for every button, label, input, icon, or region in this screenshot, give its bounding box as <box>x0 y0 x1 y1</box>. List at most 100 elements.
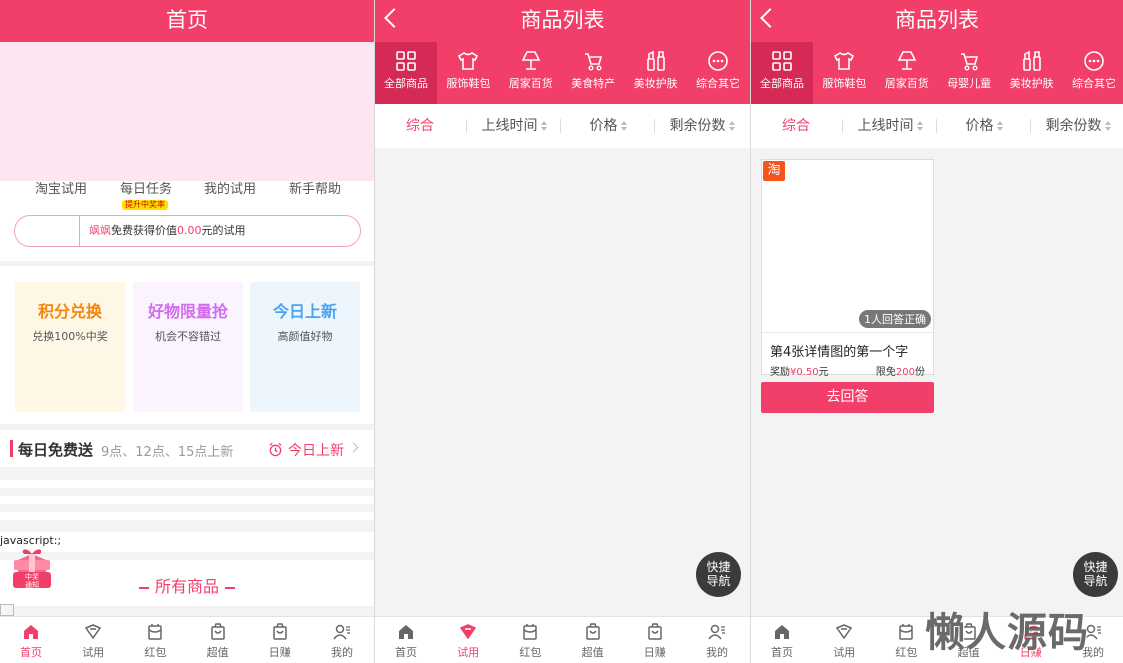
tab-home[interactable]: 首页 <box>0 617 62 663</box>
quick-nav-my-trials[interactable]: 我的试用 <box>204 178 256 197</box>
tab-trial[interactable]: 试用 <box>62 617 124 663</box>
lamp-icon <box>521 51 541 70</box>
sort-arrows-icon <box>540 121 547 131</box>
notice-text: 飒飒免费获得价值0.00元的试用 <box>89 224 246 237</box>
sort-remaining[interactable]: 剩余份数 <box>655 104 749 148</box>
product-list-screen-empty: 商品列表 全部商品 服饰鞋包 居家百货 美食特产 美妆护肤 综合其它 综合 上线时间 价格 剩余… <box>375 0 750 663</box>
sort-label: 上线时间 <box>481 118 538 134</box>
category-label: 综合其它 <box>696 77 740 90</box>
page-title: 商品列表 <box>895 8 979 32</box>
product-card[interactable]: 淘 1人回答正确 第4张详情图的第一个字 奖励¥0.50元 限免200份 <box>761 159 934 378</box>
tab-trial[interactable]: 试用 <box>437 617 499 663</box>
category-home-goods[interactable]: 居家百货 <box>876 42 938 104</box>
tab-trial[interactable]: 试用 <box>813 617 875 663</box>
header: 商品列表 <box>375 0 750 42</box>
user-icon <box>333 624 350 640</box>
sort-label: 综合 <box>782 118 810 134</box>
product-image[interactable]: 淘 1人回答正确 <box>762 160 933 333</box>
svg-text:中奖: 中奖 <box>25 572 39 581</box>
quick-nav: 淘宝试用 每日任务 提升中奖率 我的试用 新手帮助 飒飒免费获得价值0.00元的… <box>0 181 374 261</box>
product-limit: 限免200份 <box>875 367 925 378</box>
card-new-today[interactable]: 今日上新 高颜值好物 <box>250 282 360 412</box>
tab-label: 超值 <box>206 646 229 659</box>
category-all[interactable]: 全部商品 <box>751 42 813 104</box>
heart-badge-icon <box>85 624 102 640</box>
category-all[interactable]: 全部商品 <box>375 42 437 104</box>
section-title: 每日免费送 <box>18 441 94 459</box>
category-beauty[interactable]: 美妆护肤 <box>625 42 687 104</box>
broken-image-icon <box>0 604 14 616</box>
new-today-link[interactable]: 今日上新 <box>268 440 344 460</box>
sort-remaining[interactable]: 剩余份数 <box>1031 104 1123 148</box>
category-label: 居家百货 <box>884 77 929 90</box>
alarm-clock-icon <box>269 442 282 457</box>
screenshot-collage: 首页 淘宝试用 每日任务 提升中奖率 我的试用 新手帮助 飒飒免费获得价值0.0… <box>0 0 1123 663</box>
tab-deals[interactable]: 超值 <box>562 617 624 663</box>
quick-nav-help[interactable]: 新手帮助 <box>289 178 341 197</box>
winner-notice[interactable]: 飒飒免费获得价值0.00元的试用 <box>14 215 361 247</box>
category-apparel[interactable]: 服饰鞋包 <box>813 42 875 104</box>
tab-daily-earn[interactable]: 日赚 <box>249 617 311 663</box>
sort-price[interactable]: 价格 <box>561 104 655 148</box>
tab-red-packet[interactable]: 红包 <box>124 617 186 663</box>
svg-text:通知: 通知 <box>25 580 39 589</box>
card-title: 今日上新 <box>272 302 337 321</box>
tab-label: 超值 <box>581 646 604 659</box>
quick-nav-taobao-trial[interactable]: 淘宝试用 <box>35 178 87 197</box>
category-apparel[interactable]: 服饰鞋包 <box>437 42 499 104</box>
category-label: 服饰鞋包 <box>446 77 491 90</box>
home-screen: 首页 淘宝试用 每日任务 提升中奖率 我的试用 新手帮助 飒飒免费获得价值0.0… <box>0 0 374 663</box>
sort-bar: 综合 上线时间 价格 剩余份数 <box>751 104 1123 148</box>
card-limited-deals[interactable]: 好物限量抢 机会不容错过 <box>133 282 243 412</box>
sort-divider <box>1030 119 1031 133</box>
placeholder-row <box>0 512 374 520</box>
tab-home[interactable]: 首页 <box>375 617 437 663</box>
tab-deals[interactable]: 超值 <box>187 617 249 663</box>
daily-earn-icon <box>648 623 662 640</box>
tab-red-packet[interactable]: 红包 <box>499 617 561 663</box>
category-category-4[interactable]: 美食特产 <box>562 42 624 104</box>
sort-default[interactable]: 综合 <box>751 104 841 148</box>
category-label: 美妆护肤 <box>1009 77 1054 90</box>
category-bar: 全部商品 服饰鞋包 居家百货 美食特产 美妆护肤 综合其它 <box>375 42 750 104</box>
sort-online-time[interactable]: 上线时间 <box>467 104 561 148</box>
tab-home[interactable]: 首页 <box>751 617 813 663</box>
product-title: 第4张详情图的第一个字 <box>770 345 909 360</box>
sort-default[interactable]: 综合 <box>375 104 465 148</box>
quick-nav-daily-task[interactable]: 每日任务 <box>120 178 172 197</box>
tab-label: 红包 <box>519 646 542 659</box>
sort-divider <box>842 119 843 133</box>
category-beauty[interactable]: 美妆护肤 <box>1001 42 1063 104</box>
tab-bar: 首页 试用 红包 超值 日赚 我的 <box>0 616 374 663</box>
card-subtitle: 兑换100%中奖 <box>32 330 108 343</box>
category-label: 服饰鞋包 <box>822 77 867 90</box>
category-category-4[interactable]: 母婴儿童 <box>938 42 1000 104</box>
tab-label: 首页 <box>771 646 793 659</box>
category-other[interactable]: 综合其它 <box>687 42 749 104</box>
more-icon <box>1084 51 1104 71</box>
back-arrow-icon[interactable] <box>760 8 780 28</box>
js-link-text[interactable]: javascript:; <box>0 532 374 552</box>
quick-nav-button[interactable]: 快捷 导航 <box>1073 552 1118 597</box>
sort-price[interactable]: 价格 <box>937 104 1031 148</box>
tab-daily-earn[interactable]: 日赚 <box>624 617 686 663</box>
tab-me[interactable]: 我的 <box>686 617 748 663</box>
user-icon <box>708 624 725 640</box>
answer-button[interactable]: 去回答 <box>761 382 934 413</box>
card-points-exchange[interactable]: 积分兑换 兑换100%中奖 <box>15 282 125 412</box>
home-banner[interactable] <box>0 42 374 181</box>
sort-online-time[interactable]: 上线时间 <box>843 104 937 148</box>
stroller-icon <box>585 53 603 71</box>
more-icon <box>708 51 728 71</box>
chevron-right-icon <box>348 442 359 453</box>
category-home-goods[interactable]: 居家百货 <box>500 42 562 104</box>
quick-nav-button[interactable]: 快捷 导航 <box>696 552 741 597</box>
sort-bar: 综合 上线时间 价格 剩余份数 <box>375 104 750 148</box>
tab-me[interactable]: 我的 <box>311 617 373 663</box>
back-arrow-icon[interactable] <box>384 8 404 28</box>
answered-count-badge: 1人回答正确 <box>859 310 931 328</box>
prize-notice-icon[interactable]: 中奖 通知 <box>8 546 56 592</box>
category-other[interactable]: 综合其它 <box>1063 42 1123 104</box>
tab-label: 试用 <box>833 646 856 659</box>
tab-label: 日赚 <box>268 646 291 659</box>
